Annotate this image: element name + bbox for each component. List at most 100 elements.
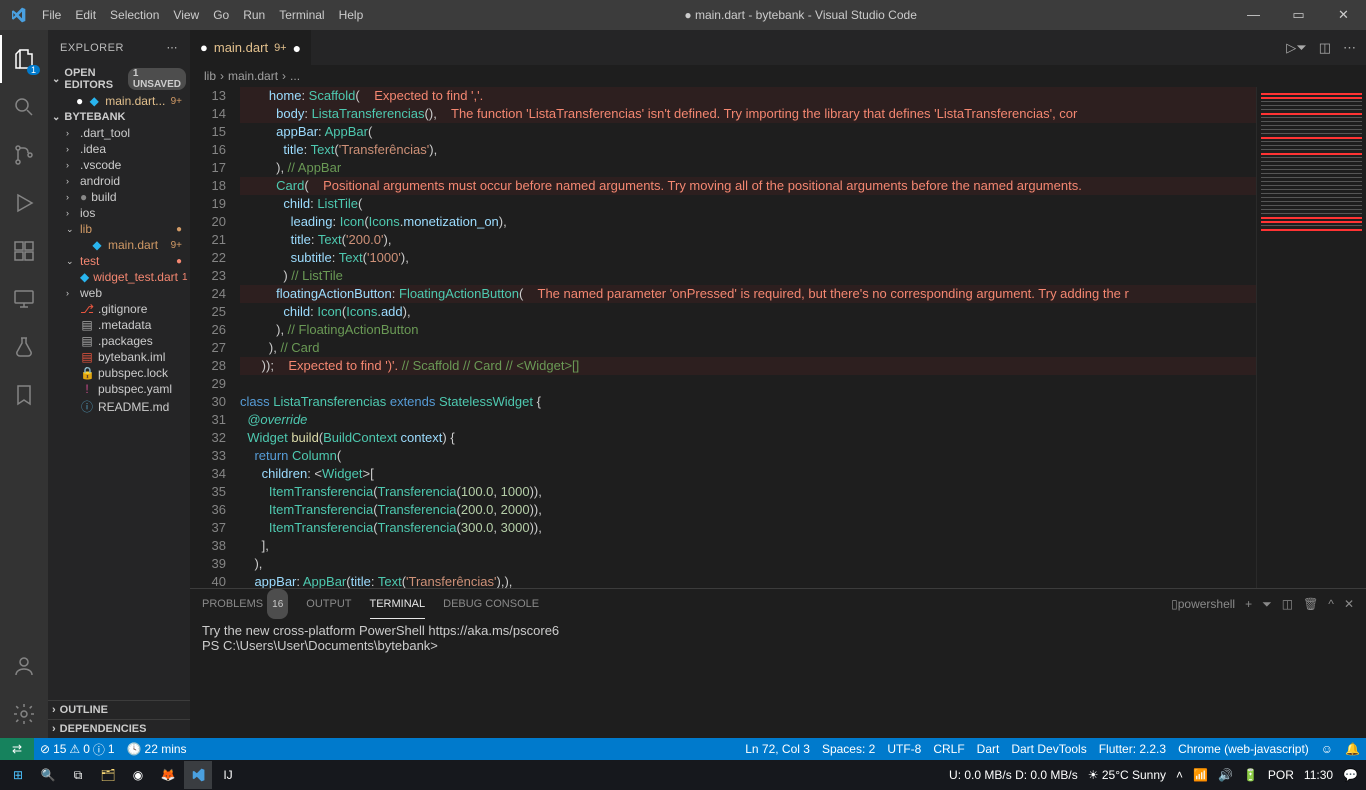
- open-editors-section[interactable]: ⌄OPEN EDITORS 1 UNSAVED: [48, 65, 190, 93]
- menu-go[interactable]: Go: [206, 0, 236, 30]
- status-device[interactable]: Chrome (web-javascript): [1172, 742, 1315, 756]
- code-line[interactable]: ), // FloatingActionButton: [240, 321, 1256, 339]
- chrome-taskbar-icon[interactable]: ◉: [124, 761, 152, 789]
- run-icon[interactable]: ▷⏷: [1286, 40, 1306, 56]
- vscode-taskbar-icon[interactable]: [184, 761, 212, 789]
- file-tree-item[interactable]: ⎇.gitignore: [48, 301, 190, 317]
- extensions-icon[interactable]: [0, 227, 48, 275]
- code-line[interactable]: title: Text('Transferências'),: [240, 141, 1256, 159]
- code-line[interactable]: class ListaTransferencias extends Statel…: [240, 393, 1256, 411]
- code-area[interactable]: home: Scaffold( Expected to find ','. bo…: [240, 87, 1256, 588]
- code-line[interactable]: children: <Widget>[: [240, 465, 1256, 483]
- code-line[interactable]: Card( Positional arguments must occur be…: [240, 177, 1256, 195]
- status-encoding[interactable]: UTF-8: [881, 742, 927, 756]
- file-tree-item[interactable]: ›ios: [48, 205, 190, 221]
- status-devtools[interactable]: Dart DevTools: [1005, 742, 1092, 756]
- new-terminal-icon[interactable]: +: [1245, 589, 1252, 619]
- file-tree-item[interactable]: ◆widget_test.dart1: [48, 269, 190, 285]
- tray-language[interactable]: POR: [1268, 768, 1294, 782]
- code-line[interactable]: )); Expected to find ')'. // Scaffold //…: [240, 357, 1256, 375]
- tray-volume-icon[interactable]: 🔊: [1218, 768, 1233, 782]
- terminal-dropdown-icon[interactable]: ⏷: [1262, 589, 1272, 619]
- code-line[interactable]: ), // Card: [240, 339, 1256, 357]
- code-line[interactable]: floatingActionButton: FloatingActionButt…: [240, 285, 1256, 303]
- status-bell-icon[interactable]: 🔔: [1339, 742, 1366, 756]
- status-spaces[interactable]: Spaces: 2: [816, 742, 881, 756]
- code-line[interactable]: ), // AppBar: [240, 159, 1256, 177]
- file-tree-item[interactable]: ⓘREADME.md: [48, 397, 190, 416]
- code-line[interactable]: body: ListaTransferencias(), The functio…: [240, 105, 1256, 123]
- status-lncol[interactable]: Ln 72, Col 3: [739, 742, 816, 756]
- code-line[interactable]: home: Scaffold( Expected to find ','.: [240, 87, 1256, 105]
- terminal-shell-picker[interactable]: ▯ powershell: [1171, 589, 1235, 619]
- file-tree-item[interactable]: ›.vscode: [48, 157, 190, 173]
- menu-file[interactable]: File: [35, 0, 68, 30]
- file-tree-item[interactable]: 🔒pubspec.lock: [48, 365, 190, 381]
- sidebar-more-icon[interactable]: ⋯: [167, 41, 179, 54]
- kill-terminal-icon[interactable]: 🗑: [1303, 589, 1318, 619]
- file-tree-item[interactable]: ◆main.dart9+: [48, 237, 190, 253]
- explorer-taskbar-icon[interactable]: 🗂: [94, 761, 122, 789]
- breadcrumb-item[interactable]: main.dart: [228, 69, 278, 83]
- tray-clock[interactable]: 11:30: [1304, 768, 1333, 782]
- open-editor-item[interactable]: ● ◆ main.dart... 9+: [48, 93, 190, 109]
- code-line[interactable]: Widget build(BuildContext context) {: [240, 429, 1256, 447]
- tray-chevron-icon[interactable]: ˄: [1176, 768, 1183, 782]
- code-line[interactable]: appBar: AppBar(title: Text('Transferênci…: [240, 573, 1256, 588]
- code-line[interactable]: title: Text('200.0'),: [240, 231, 1256, 249]
- tab-more-icon[interactable]: ⋯: [1343, 40, 1356, 56]
- menu-terminal[interactable]: Terminal: [272, 0, 331, 30]
- testing-icon[interactable]: [0, 323, 48, 371]
- bookmark-icon[interactable]: [0, 371, 48, 419]
- weather-widget[interactable]: ☀ 25°C Sunny: [1088, 768, 1166, 782]
- file-tree-item[interactable]: ⌄test●: [48, 253, 190, 269]
- breadcrumb[interactable]: lib›main.dart›...: [190, 65, 1366, 87]
- tray-battery-icon[interactable]: 🔋: [1243, 768, 1258, 782]
- minimize-button[interactable]: —: [1231, 0, 1276, 30]
- start-button[interactable]: ⊞: [4, 761, 32, 789]
- network-speed[interactable]: U: 0.0 MB/s D: 0.0 MB/s: [949, 768, 1078, 782]
- code-line[interactable]: appBar: AppBar(: [240, 123, 1256, 141]
- file-tree-item[interactable]: ▤.packages: [48, 333, 190, 349]
- code-line[interactable]: @override: [240, 411, 1256, 429]
- run-debug-icon[interactable]: [0, 179, 48, 227]
- file-tree-item[interactable]: !pubspec.yaml: [48, 381, 190, 397]
- dependencies-section[interactable]: ›DEPENDENCIES: [48, 719, 190, 738]
- status-flutter[interactable]: Flutter: 2.2.3: [1093, 742, 1172, 756]
- status-time[interactable]: 🕓 22 mins: [121, 742, 193, 756]
- code-line[interactable]: ItemTransferencia(Transferencia(300.0, 3…: [240, 519, 1256, 537]
- tray-wifi-icon[interactable]: 📶: [1193, 768, 1208, 782]
- terminal-body[interactable]: Try the new cross-platform PowerShell ht…: [190, 619, 1366, 738]
- file-tree-item[interactable]: ▤.metadata: [48, 317, 190, 333]
- minimap[interactable]: [1256, 87, 1366, 588]
- status-errors[interactable]: ⊘ 15 ⚠ 0 ⓘ 1: [34, 741, 121, 758]
- search-icon[interactable]: [0, 83, 48, 131]
- source-control-icon[interactable]: [0, 131, 48, 179]
- menu-help[interactable]: Help: [332, 0, 371, 30]
- status-feedback-icon[interactable]: ☺: [1315, 742, 1339, 756]
- file-tree-item[interactable]: ⌄lib●: [48, 221, 190, 237]
- outline-section[interactable]: ›OUTLINE: [48, 700, 190, 719]
- file-tree-item[interactable]: ▤bytebank.iml: [48, 349, 190, 365]
- search-taskbar-icon[interactable]: 🔍: [34, 761, 62, 789]
- code-line[interactable]: child: Icon(Icons.add),: [240, 303, 1256, 321]
- menu-run[interactable]: Run: [236, 0, 272, 30]
- tab-terminal[interactable]: TERMINAL: [370, 589, 426, 619]
- firefox-taskbar-icon[interactable]: 🦊: [154, 761, 182, 789]
- tab-output[interactable]: OUTPUT: [306, 589, 351, 619]
- intellij-taskbar-icon[interactable]: IJ: [214, 761, 242, 789]
- tab-debug-console[interactable]: DEBUG CONSOLE: [443, 589, 539, 619]
- breadcrumb-item[interactable]: lib: [204, 69, 216, 83]
- maximize-panel-icon[interactable]: ^: [1328, 589, 1334, 619]
- file-tree-item[interactable]: ›.idea: [48, 141, 190, 157]
- close-panel-icon[interactable]: ✕: [1344, 589, 1354, 619]
- code-line[interactable]: ItemTransferencia(Transferencia(100.0, 1…: [240, 483, 1256, 501]
- close-button[interactable]: ✕: [1321, 0, 1366, 30]
- status-eol[interactable]: CRLF: [927, 742, 970, 756]
- code-line[interactable]: child: ListTile(: [240, 195, 1256, 213]
- code-line[interactable]: ) // ListTile: [240, 267, 1256, 285]
- menu-selection[interactable]: Selection: [103, 0, 166, 30]
- code-line[interactable]: subtitle: Text('1000'),: [240, 249, 1256, 267]
- file-tree-item[interactable]: ›.dart_tool: [48, 125, 190, 141]
- remote-indicator-icon[interactable]: ⇄: [0, 738, 34, 760]
